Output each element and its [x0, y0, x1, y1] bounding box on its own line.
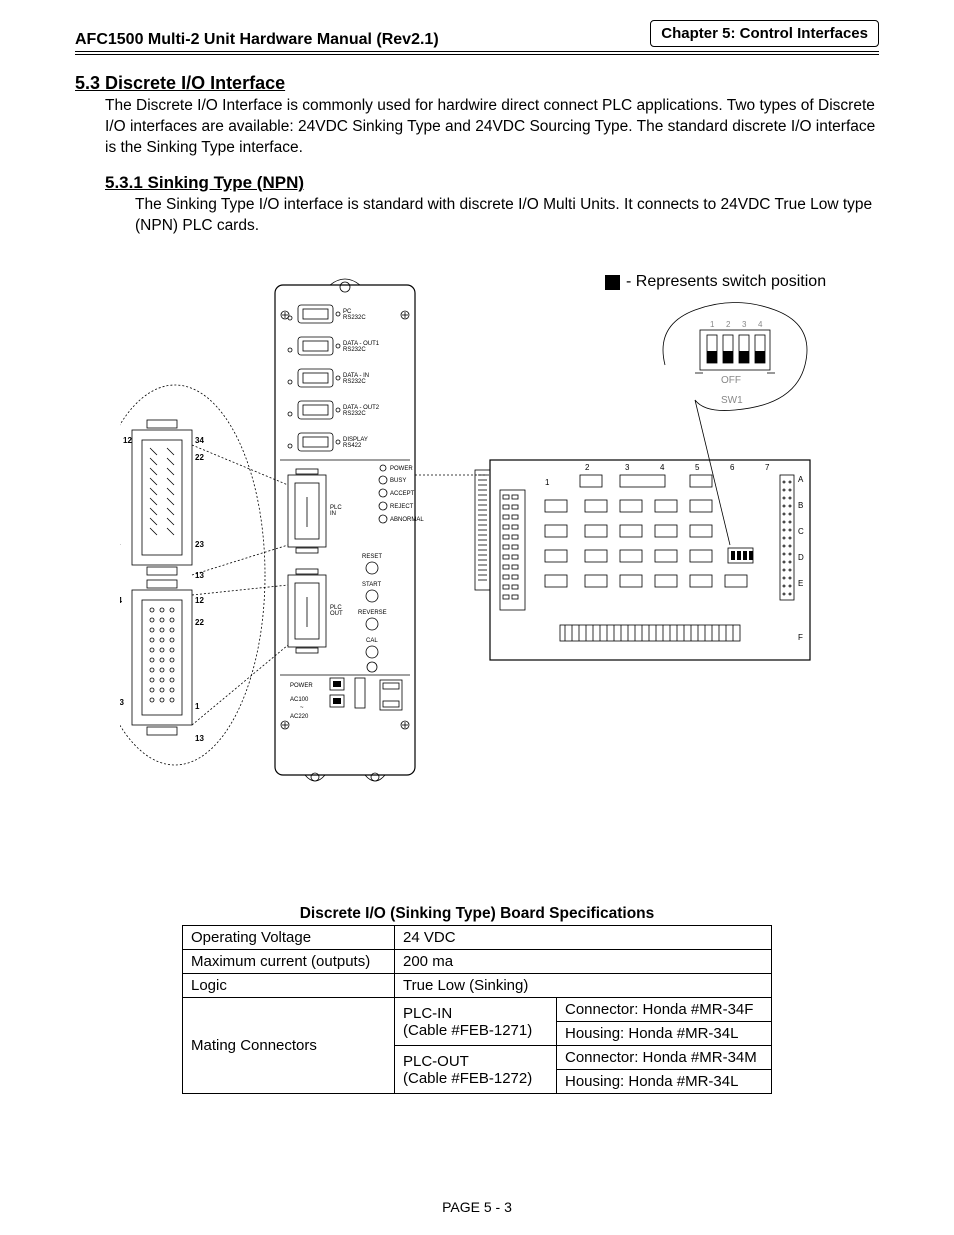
svg-text:RS232C: RS232C	[343, 411, 366, 417]
svg-text:RS232C: RS232C	[343, 379, 366, 385]
manual-title: AFC1500 Multi-2 Unit Hardware Manual (Re…	[75, 31, 439, 49]
spec-mating-label: Mating Connectors	[183, 998, 395, 1094]
svg-text:5: 5	[695, 463, 700, 472]
svg-text:IN: IN	[330, 511, 336, 517]
svg-text:12: 12	[123, 436, 132, 445]
spec-plc-in-hous: Housing: Honda #MR-34L	[557, 1022, 772, 1046]
svg-text:2: 2	[585, 463, 590, 472]
svg-text:REJECT: REJECT	[390, 504, 414, 510]
svg-text:1: 1	[710, 320, 715, 329]
svg-text:13: 13	[195, 734, 204, 743]
svg-text:RS232C: RS232C	[343, 315, 366, 321]
svg-text:12: 12	[195, 596, 204, 605]
svg-text:RS422: RS422	[343, 443, 362, 449]
svg-text:POWER: POWER	[390, 466, 413, 472]
svg-text:C: C	[798, 527, 804, 536]
spec-plc-out-conn: Connector: Honda #MR-34M	[557, 1046, 772, 1070]
section-5-3-body: The Discrete I/O Interface is commonly u…	[105, 96, 879, 159]
svg-text:1: 1	[545, 478, 550, 487]
section-5-3-1-heading: 5.3.1 Sinking Type (NPN)	[105, 173, 879, 193]
chapter-box: Chapter 5: Control Interfaces	[650, 20, 879, 47]
svg-text:22: 22	[195, 453, 204, 462]
svg-text:SW1: SW1	[721, 395, 743, 406]
svg-text:BUSY: BUSY	[390, 478, 406, 484]
svg-text:B: B	[798, 501, 803, 510]
svg-text:6: 6	[730, 463, 735, 472]
section-5-3-1-body: The Sinking Type I/O interface is standa…	[135, 195, 879, 237]
svg-text:OUT: OUT	[330, 611, 343, 617]
section-5-3-heading: 5.3 Discrete I/O Interface	[75, 73, 879, 94]
svg-text:1: 1	[120, 538, 121, 547]
page-header: AFC1500 Multi-2 Unit Hardware Manual (Re…	[75, 20, 879, 55]
svg-text:CAL: CAL	[366, 638, 378, 644]
spec-op-volt-val: 24 VDC	[395, 926, 772, 950]
svg-text:2: 2	[726, 320, 731, 329]
svg-text:REVERSE: REVERSE	[358, 610, 387, 616]
spec-logic-label: Logic	[183, 974, 395, 998]
svg-text:AC220: AC220	[290, 714, 309, 720]
svg-text:4: 4	[758, 320, 763, 329]
svg-text:D: D	[798, 553, 804, 562]
svg-text:1: 1	[195, 702, 200, 711]
svg-text:23: 23	[120, 698, 124, 707]
svg-text:E: E	[798, 579, 803, 588]
svg-text:POWER: POWER	[290, 683, 313, 689]
svg-text:A: A	[798, 475, 804, 484]
svg-text:7: 7	[765, 463, 770, 472]
svg-text:START: START	[362, 582, 381, 588]
svg-text:23: 23	[195, 540, 204, 549]
spec-table-title: Discrete I/O (Sinking Type) Board Specif…	[0, 905, 954, 923]
spec-plc-in-conn: Connector: Honda #MR-34F	[557, 998, 772, 1022]
page-footer: PAGE 5 - 3	[0, 1199, 954, 1215]
svg-text:RESET: RESET	[362, 554, 382, 560]
svg-text:F: F	[798, 633, 803, 642]
svg-text:22: 22	[195, 618, 204, 627]
spec-max-curr-label: Maximum current (outputs)	[183, 950, 395, 974]
spec-plc-out-hous: Housing: Honda #MR-34L	[557, 1070, 772, 1094]
svg-text:AC100: AC100	[290, 697, 309, 703]
svg-text:RS232C: RS232C	[343, 347, 366, 353]
svg-text:ABNORMAL: ABNORMAL	[390, 517, 424, 523]
svg-text:34: 34	[120, 596, 122, 605]
svg-text:~: ~	[300, 705, 304, 711]
svg-text:34: 34	[195, 436, 204, 445]
svg-text:3: 3	[742, 320, 747, 329]
hardware-diagram: 12 34 22 1 23 13	[120, 275, 820, 795]
svg-text:ACCEPT: ACCEPT	[390, 491, 415, 497]
spec-logic-val: True Low (Sinking)	[395, 974, 772, 998]
svg-text:OFF: OFF	[721, 375, 741, 386]
spec-op-volt-label: Operating Voltage	[183, 926, 395, 950]
spec-table: Operating Voltage 24 VDC Maximum current…	[182, 925, 772, 1094]
svg-text:4: 4	[660, 463, 665, 472]
svg-text:3: 3	[625, 463, 630, 472]
spec-plc-in: PLC-IN (Cable #FEB-1271)	[395, 998, 557, 1046]
spec-max-curr-val: 200 ma	[395, 950, 772, 974]
spec-plc-out: PLC-OUT (Cable #FEB-1272)	[395, 1046, 557, 1094]
